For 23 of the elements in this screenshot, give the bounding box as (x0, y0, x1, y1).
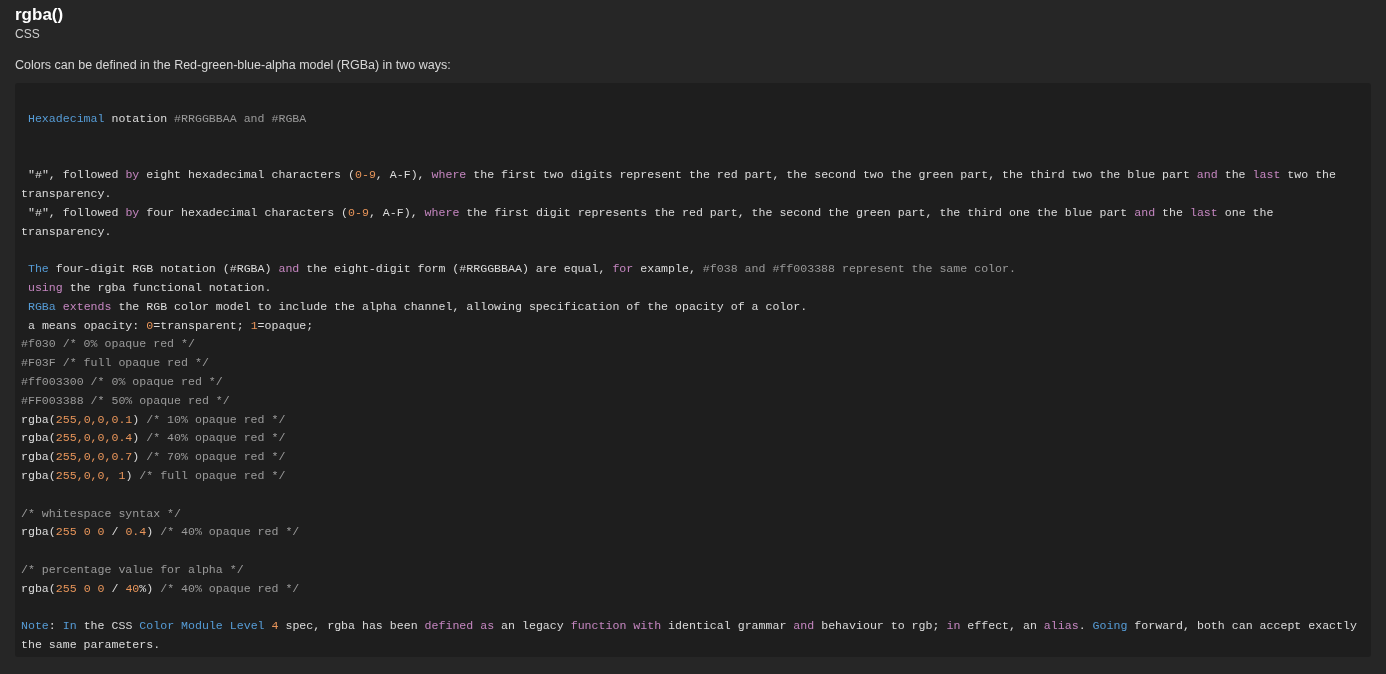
page-title: rgba() (15, 4, 64, 26)
code-line: using the rgba functional notation. (26, 279, 273, 296)
code-line: rgba(255,0,0,0.7) /* 70% opaque red */ (21, 449, 287, 466)
code-line: rgba(255 0 0 / 40%) /* 40% opaque red */ (21, 580, 301, 597)
code-line: /* percentage value for alpha */ (21, 561, 245, 578)
code-line: rgba(255,0,0, 1) /* full opaque red */ (21, 467, 287, 484)
code-line: #F03F /* full opaque red */ (21, 355, 210, 372)
code-line: /* whitespace syntax */ (21, 505, 183, 522)
code-line: #ff003300 /* 0% opaque red */ (21, 373, 224, 390)
code-line: RGBa extends the RGB color model to include the alpha channel, allowing specification of the opacity of a color. (26, 298, 809, 315)
code-line: rgba(255 0 0 / 0.4) /* 40% opaque red */ (21, 524, 301, 541)
language-label: CSS (15, 26, 40, 42)
code-line: rgba(255,0,0,0.4) /* 40% opaque red */ (21, 430, 287, 447)
code-line: rgba(255,0,0,0.1) /* 10% opaque red */ (21, 411, 287, 428)
code-line: "#", followed by eight hexadecimal characters (0-9, A-F), where the first two digits represent the red part, the second two the green part, the third two the blue part and the last two the transparency. (21, 167, 1338, 202)
code-line: #FF003388 /* 50% opaque red */ (21, 392, 231, 409)
code-line: Note: In the CSS Color Module Level 4 spec, rgba has been defined as an legacy function with identical grammar and behaviour to rgb; in effect, an alias. Going forward, both can accept exactly the same parameters. (21, 618, 1358, 654)
code-line: Hexadecimal notation #RRGGBBAA and #RGBA (26, 110, 308, 127)
code-line: The four-digit RGB notation (#RGBA) and the eight-digit form (#RRGGBBAA) are equal, for example, #f038 and #ff003388 represent the same color. (26, 261, 1017, 278)
code-line: "#", followed by four hexadecimal characters (0-9, A-F), where the first digit represents the red part, the second the green part, the third one the blue part and the last one the transparency. (21, 204, 1275, 240)
intro-text: Colors can be defined in the Red-green-blue-alpha model (RGBa) in two ways: (15, 57, 451, 74)
code-line: a means opacity: 0=transparent; 1=opaque; (26, 317, 315, 334)
code-line: #f030 /* 0% opaque red */ (21, 336, 196, 353)
